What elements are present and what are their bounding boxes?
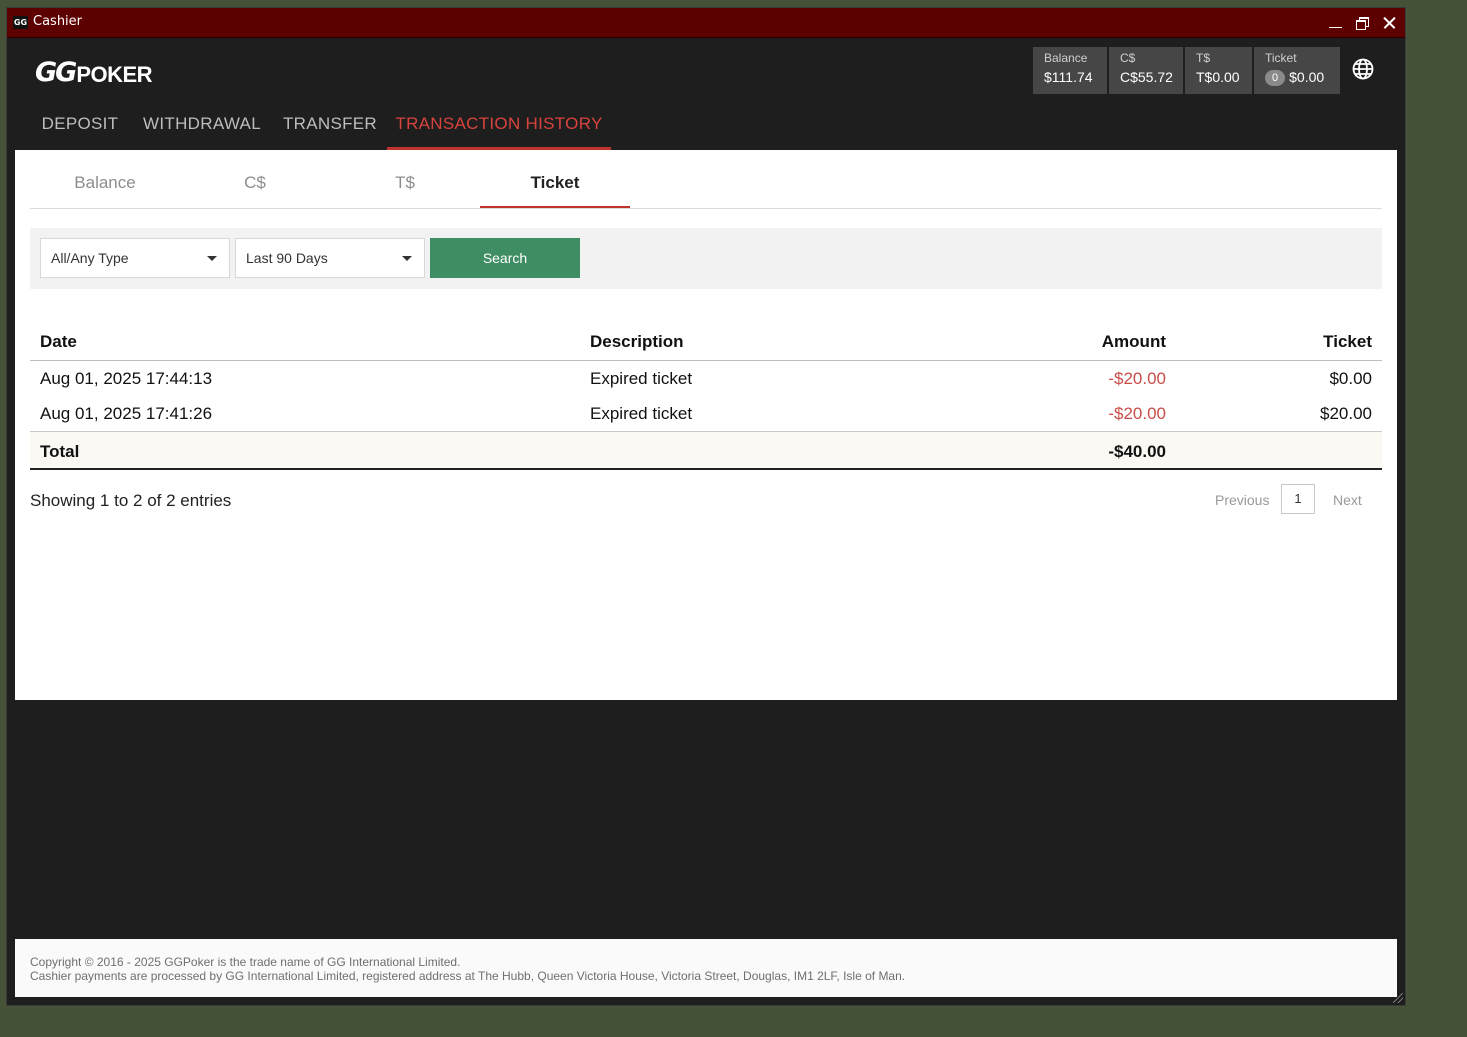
globe-icon[interactable] (1351, 57, 1375, 81)
header-ticket: Ticket (1323, 332, 1372, 351)
header-amount: Amount (1101, 332, 1166, 351)
search-button[interactable]: Search (430, 238, 580, 278)
row-description: Expired ticket (590, 404, 693, 423)
next-page-button[interactable]: Next (1333, 492, 1362, 508)
type-select-value: All/Any Type (51, 250, 129, 266)
table-total-row: Total -$40.00 (30, 431, 1382, 470)
total-amount: -$40.00 (1108, 442, 1166, 461)
currency-subtabs: Balance C$ T$ Ticket (30, 150, 1382, 209)
payment-processor-text: Cashier payments are processed by GG Int… (30, 969, 906, 983)
window-title: Cashier (33, 14, 83, 29)
balance-label: Balance (1044, 51, 1088, 65)
ticket-box: Ticket 0 $0.00 (1254, 47, 1340, 94)
page-number-button[interactable]: 1 (1281, 484, 1315, 514)
tab-transaction-history[interactable]: TRANSACTION HISTORY (387, 102, 611, 150)
table-row: Aug 01, 2025 17:41:26 Expired ticket -$2… (30, 396, 1382, 431)
main-nav: DEPOSIT WITHDRAWAL TRANSFER TRANSACTION … (7, 102, 1405, 150)
header-date: Date (40, 332, 77, 351)
cdollar-label: C$ (1120, 51, 1136, 65)
cdollar-value: C$55.72 (1120, 69, 1173, 85)
cdollar-box: C$ C$55.72 (1109, 47, 1183, 94)
tdollar-box: T$ T$0.00 (1185, 47, 1252, 94)
app-icon: GG (13, 16, 28, 29)
tab-withdrawal[interactable]: WITHDRAWAL (137, 102, 267, 150)
ticket-value-row: 0 $0.00 (1265, 69, 1340, 86)
table-row: Aug 01, 2025 17:44:13 Expired ticket -$2… (30, 361, 1382, 396)
tdollar-value: T$0.00 (1196, 69, 1240, 85)
chevron-down-icon (207, 256, 217, 261)
subtab-cdollar[interactable]: C$ (180, 150, 330, 208)
period-select-value: Last 90 Days (246, 250, 328, 266)
period-select[interactable]: Last 90 Days (235, 238, 425, 278)
title-bar: GG Cashier (7, 8, 1405, 38)
content-panel: Balance C$ T$ Ticket All/Any Type Last 9… (15, 150, 1397, 700)
row-amount: -$20.00 (1108, 369, 1166, 388)
chevron-down-icon (402, 256, 412, 261)
tab-transfer[interactable]: TRANSFER (277, 102, 383, 150)
subtab-tdollar[interactable]: T$ (330, 150, 480, 208)
restore-icon[interactable] (1353, 13, 1373, 33)
close-icon[interactable] (1379, 13, 1399, 33)
footer: Copyright © 2016 - 2025 GGPoker is the t… (15, 939, 1397, 997)
ggpoker-logo: GG POKER (35, 57, 153, 88)
cashier-window: GG Cashier GG POKER Balance $111.74 C$ C… (6, 7, 1406, 1006)
copyright-text: Copyright © 2016 - 2025 GGPoker is the t… (30, 955, 461, 969)
row-date: Aug 01, 2025 17:44:13 (40, 369, 213, 388)
logo-gg: GG (35, 57, 77, 88)
row-amount: -$20.00 (1108, 404, 1166, 423)
balance-value: $111.74 (1044, 69, 1093, 85)
row-ticket: $20.00 (1320, 404, 1372, 423)
tdollar-label: T$ (1196, 51, 1211, 65)
subtab-balance[interactable]: Balance (30, 150, 180, 208)
ticket-label: Ticket (1265, 51, 1297, 65)
ticket-value: $0.00 (1289, 69, 1325, 85)
balance-box: Balance $111.74 (1033, 47, 1107, 94)
filter-bar: All/Any Type Last 90 Days Search (30, 228, 1382, 289)
resize-grip-icon[interactable] (1393, 993, 1403, 1003)
previous-page-button[interactable]: Previous (1215, 492, 1269, 508)
logo-poker: POKER (76, 62, 153, 87)
row-date: Aug 01, 2025 17:41:26 (40, 404, 213, 423)
entries-summary: Showing 1 to 2 of 2 entries (30, 491, 232, 510)
transactions-table: Date Description Amount Ticket Aug 01, 2… (30, 322, 1382, 470)
subtab-ticket[interactable]: Ticket (480, 150, 630, 208)
tab-deposit[interactable]: DEPOSIT (29, 102, 131, 150)
total-label: Total (40, 442, 80, 461)
table-header: Date Description Amount Ticket (30, 322, 1382, 361)
type-select[interactable]: All/Any Type (40, 238, 230, 278)
row-description: Expired ticket (590, 369, 693, 388)
ticket-count-badge: 0 (1265, 70, 1286, 86)
header-description: Description (590, 332, 684, 351)
row-ticket: $0.00 (1329, 369, 1372, 388)
minimize-icon[interactable] (1325, 13, 1345, 33)
